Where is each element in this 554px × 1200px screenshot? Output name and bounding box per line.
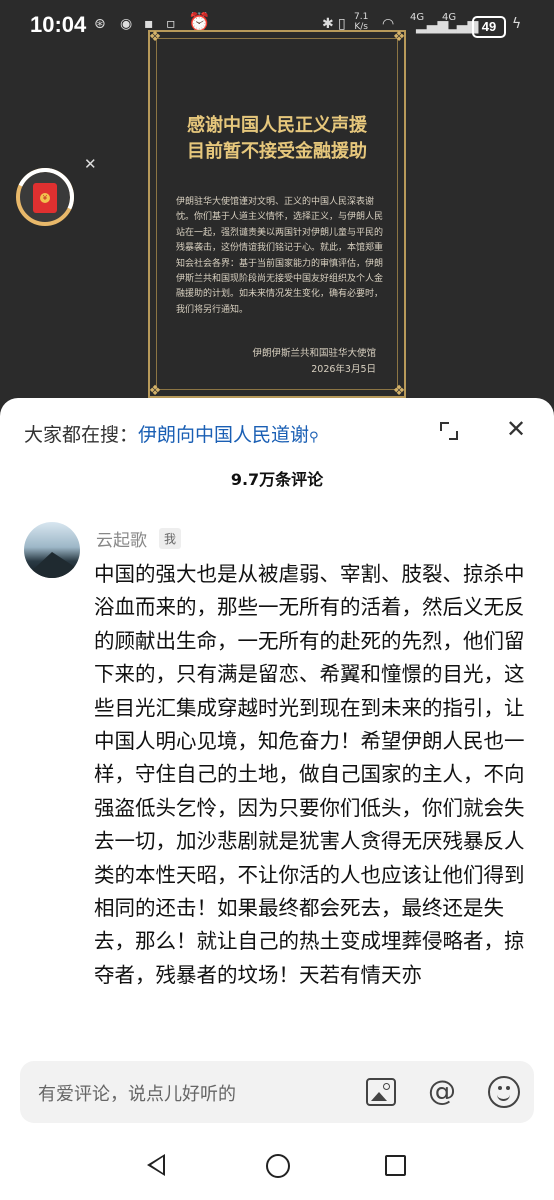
image-icon[interactable] (366, 1078, 396, 1106)
notification-icon: ⊛ (94, 16, 106, 32)
comment-input-bar[interactable]: 有爱评论，说点儿好听的 @ (20, 1061, 534, 1123)
system-nav-bar (0, 1138, 554, 1200)
ornament-icon: ❖ (148, 29, 162, 45)
currency-seal: ¥ (40, 193, 50, 203)
emoji-icon[interactable] (488, 1076, 520, 1108)
comment-username[interactable]: 云起歌 (96, 526, 147, 551)
charging-icon: ϟ (512, 16, 522, 32)
search-icon: ⚲ (309, 430, 319, 445)
back-icon[interactable] (147, 1154, 165, 1176)
trending-search[interactable]: 大家都在搜：伊朗向中国人民道谢⚲ (24, 420, 319, 447)
comment-text[interactable]: 中国的强大也是从被虐弱、宰割、肢裂、掠杀中浴血而来的，那些一无所有的活着，然后义… (94, 558, 526, 1060)
comment-sheet: 大家都在搜：伊朗向中国人民道谢⚲ ✕ 9.7万条评论 云起歌 我 中国的强大也是… (0, 398, 554, 1200)
poster-body: 伊朗驻华大使馆谨对文明、正义的中国人民深表谢忱。你们基于人道主义情怀，选择正义，… (176, 197, 384, 315)
network-speed: 7.1 K/s (354, 12, 369, 32)
embassy-notice-image[interactable]: ❖ ❖ ❖ ❖ 感谢中国人民正义声援 目前暂不接受金融援助 伊朗驻华大使馆谨对文… (148, 30, 406, 398)
red-packet-button[interactable]: ¥ (7, 159, 83, 235)
mention-icon[interactable]: @ (426, 1075, 458, 1107)
ornament-icon: ❖ (392, 383, 406, 399)
me-badge: 我 (159, 528, 182, 549)
poster-title-line2: 目前暂不接受金融援助 (187, 141, 367, 162)
avatar[interactable] (24, 522, 80, 578)
poster-signature: 伊朗伊斯兰共和国驻华大使馆 (252, 348, 376, 359)
search-prefix-label: 大家都在搜： (24, 424, 139, 446)
ornament-icon: ❖ (392, 29, 406, 45)
comment-count: 9.7万条评论 (230, 470, 324, 489)
home-icon[interactable] (266, 1154, 290, 1178)
ornament-icon: ❖ (148, 383, 162, 399)
poster-title-line1: 感谢中国人民正义声援 (187, 115, 367, 136)
close-red-packet-icon[interactable]: ✕ (84, 155, 97, 173)
comment-input-placeholder[interactable]: 有爱评论，说点儿好听的 (38, 1080, 236, 1106)
poster-date: 2026年3月5日 (311, 364, 376, 375)
expand-icon[interactable] (438, 420, 460, 442)
battery-indicator: 49 (472, 16, 506, 38)
recent-apps-icon[interactable] (385, 1155, 406, 1176)
notification-icon: ◉ (120, 16, 133, 32)
search-keyword-link[interactable]: 伊朗向中国人民道谢 (138, 424, 309, 446)
close-sheet-icon[interactable]: ✕ (506, 415, 526, 443)
clock: 10:04 (30, 12, 87, 37)
red-envelope-icon: ¥ (33, 183, 57, 213)
